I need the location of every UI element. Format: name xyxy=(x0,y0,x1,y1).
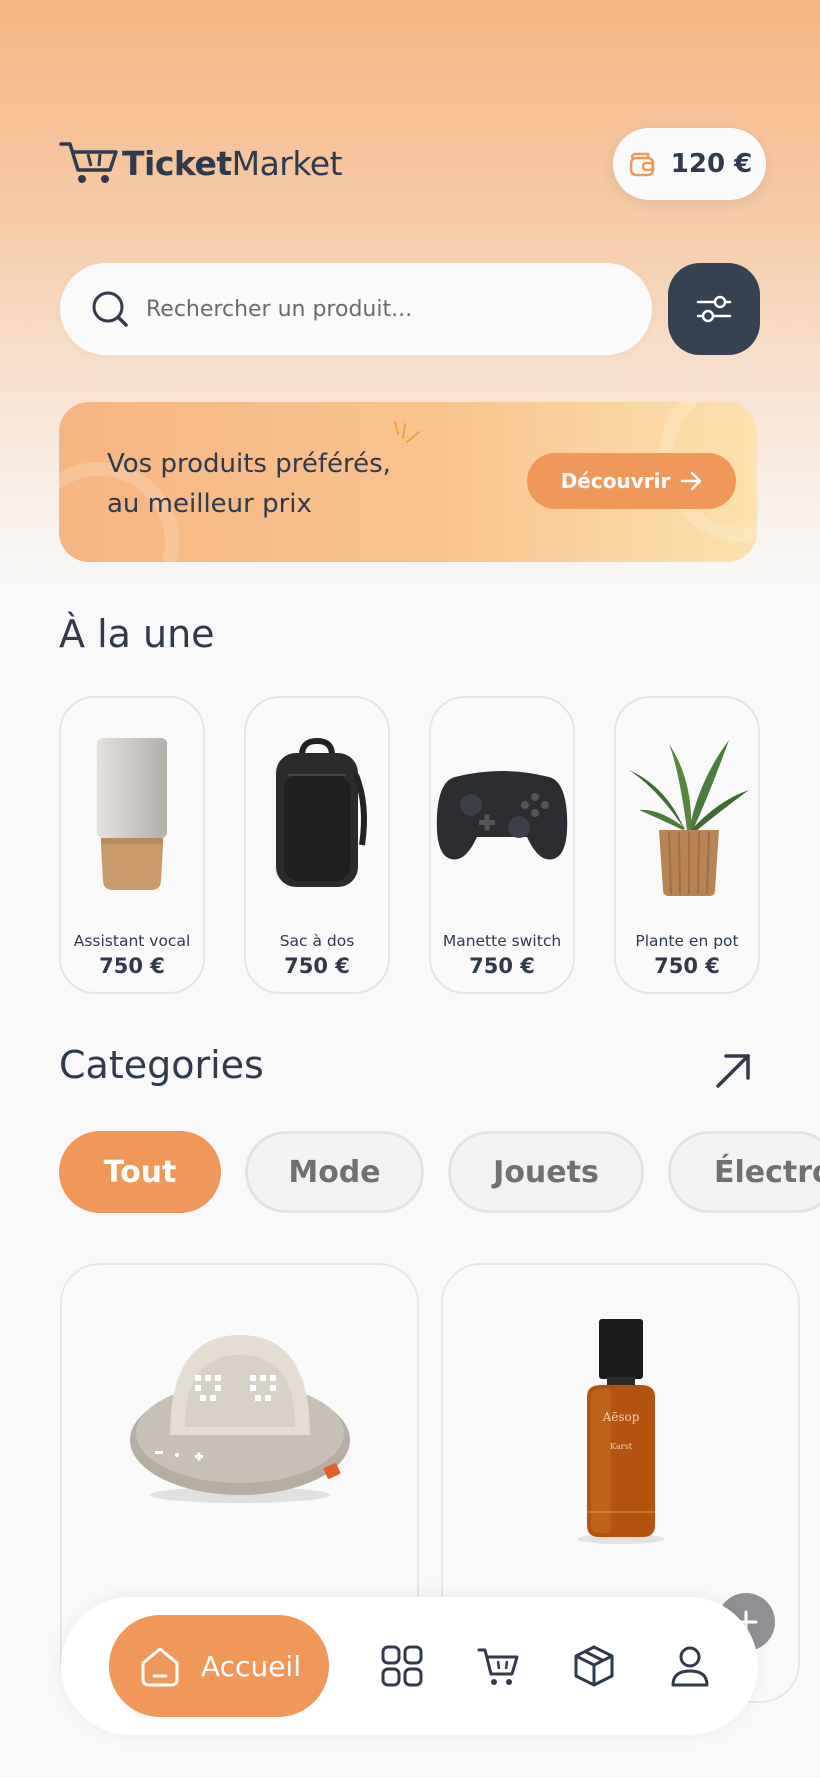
wallet-icon xyxy=(629,152,655,177)
discover-button-label: Découvrir xyxy=(560,469,671,493)
game-controller-image xyxy=(431,710,573,920)
nav-home-label: Accueil xyxy=(201,1649,301,1683)
nav-profile-button[interactable] xyxy=(665,1641,715,1691)
featured-card[interactable]: Assistant vocal 750 € xyxy=(59,696,205,994)
featured-card[interactable]: Plante en pot 750 € xyxy=(614,696,760,994)
bottle-label: Aēsop xyxy=(601,1410,639,1424)
nav-orders-button[interactable] xyxy=(569,1641,619,1691)
featured-name: Assistant vocal xyxy=(73,932,191,950)
category-chip-tout[interactable]: Tout xyxy=(59,1131,221,1213)
featured-title: À la une xyxy=(59,612,215,656)
perfume-bottle-image: Aēsop Karst xyxy=(576,1319,665,1544)
promo-banner: Vos produits préférés, au meilleur prix … xyxy=(59,402,757,562)
banner-line-2: au meilleur prix xyxy=(107,489,312,519)
logo-text: TicketMarket xyxy=(122,143,343,183)
home-icon xyxy=(141,1647,179,1687)
featured-price: 750 € xyxy=(284,954,350,978)
nav-cart-button[interactable] xyxy=(473,1641,523,1691)
category-chip-mode[interactable]: Mode xyxy=(245,1131,424,1213)
robot-speaker-image xyxy=(129,1335,350,1503)
banner-line-1: Vos produits préférés, xyxy=(107,449,391,479)
featured-price: 750 € xyxy=(469,954,535,978)
search-bar[interactable] xyxy=(60,263,652,355)
cart-icon xyxy=(477,1648,519,1685)
arrow-right-icon xyxy=(681,471,702,491)
sliders-icon xyxy=(696,295,732,323)
featured-name: Plante en pot xyxy=(635,932,739,950)
wallet-amount: 120 € xyxy=(670,149,753,179)
user-icon xyxy=(671,1646,709,1687)
grid-icon xyxy=(381,1645,423,1687)
filter-button[interactable] xyxy=(668,263,760,355)
search-input[interactable] xyxy=(146,296,616,322)
featured-card[interactable]: Sac à dos 750 € xyxy=(244,696,390,994)
category-chip-jouets[interactable]: Jouets xyxy=(448,1131,644,1213)
banner-headline: Vos produits préférés, au meilleur prix xyxy=(107,444,437,524)
nav-categories-button[interactable] xyxy=(377,1641,427,1691)
featured-price: 750 € xyxy=(99,954,165,978)
bottom-navigation: Accueil xyxy=(61,1597,758,1735)
featured-price: 750 € xyxy=(654,954,720,978)
cart-logo-icon xyxy=(59,142,118,183)
wallet-balance-button[interactable]: 120 € xyxy=(613,128,766,200)
discover-button[interactable]: Découvrir xyxy=(527,453,736,509)
featured-card[interactable]: Manette switch 750 € xyxy=(429,696,575,994)
box-icon xyxy=(574,1645,614,1687)
bottle-sub: Karst xyxy=(610,1442,633,1451)
backpack-image xyxy=(246,710,388,920)
categories-title: Categories xyxy=(59,1043,264,1087)
potted-plant-image xyxy=(616,710,758,920)
app-logo: TicketMarket xyxy=(58,140,343,186)
featured-name: Sac à dos xyxy=(279,932,355,950)
featured-name: Manette switch xyxy=(442,932,562,950)
smart-speaker-image xyxy=(61,710,203,920)
arrow-up-right-icon[interactable] xyxy=(712,1050,754,1092)
category-chip-electro[interactable]: Électro xyxy=(668,1131,820,1213)
nav-home-button[interactable]: Accueil xyxy=(109,1615,329,1717)
search-icon xyxy=(92,291,128,327)
